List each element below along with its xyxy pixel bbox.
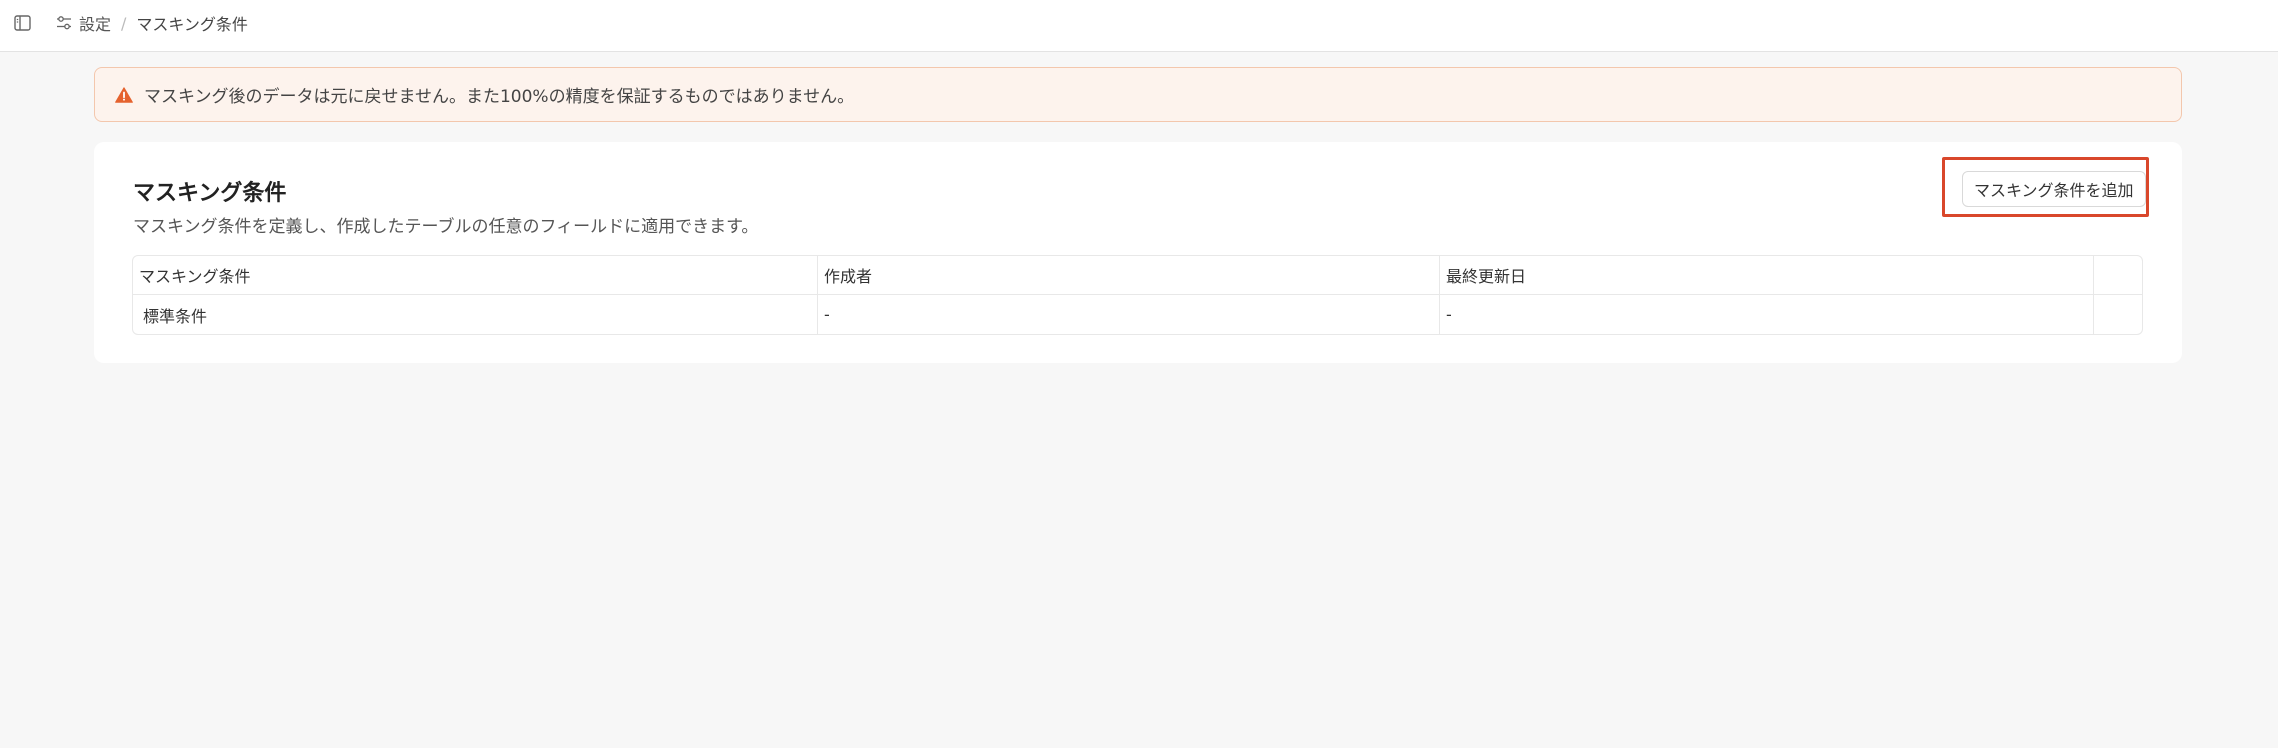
top-bar: 設定 / マスキング条件: [0, 0, 2278, 52]
table-row[interactable]: 標準条件 - -: [133, 295, 2142, 334]
breadcrumb: 設定 / マスキング条件: [56, 0, 248, 46]
column-header-condition[interactable]: マスキング条件: [133, 256, 818, 294]
sliders-icon: [56, 15, 72, 31]
breadcrumb-separator: /: [121, 13, 127, 33]
column-header-actions: [2094, 256, 2142, 294]
cell-condition-name[interactable]: 標準条件: [133, 295, 818, 334]
breadcrumb-current: マスキング条件: [136, 15, 248, 34]
page-title: マスキング条件: [133, 181, 287, 206]
column-header-updated[interactable]: 最終更新日: [1440, 256, 2094, 294]
masking-conditions-card: マスキング条件 マスキング条件を定義し、作成したテーブルの任意のフィールドに適用…: [94, 142, 2182, 363]
sidebar-toggle-button[interactable]: [13, 14, 31, 32]
masking-conditions-table: マスキング条件 作成者 最終更新日 標準条件 - -: [132, 255, 2143, 335]
cell-actions[interactable]: [2094, 295, 2142, 334]
breadcrumb-settings-link[interactable]: 設定: [56, 11, 111, 35]
warning-icon: [115, 86, 133, 103]
column-header-creator[interactable]: 作成者: [818, 256, 1440, 294]
cell-updated: -: [1440, 295, 2094, 334]
warning-alert: マスキング後のデータは元に戻せません。また100%の精度を保証するものではありま…: [94, 67, 2182, 122]
sidebar-toggle-icon: [13, 15, 31, 31]
table-header-row: マスキング条件 作成者 最終更新日: [133, 256, 2142, 295]
breadcrumb-settings-label: 設定: [79, 15, 112, 34]
alert-text: マスキング後のデータは元に戻せません。また100%の精度を保証するものではありま…: [144, 87, 855, 107]
page-description: マスキング条件を定義し、作成したテーブルの任意のフィールドに適用できます。: [133, 217, 759, 237]
cell-creator: -: [818, 295, 1440, 334]
add-masking-condition-button[interactable]: マスキング条件を追加: [1962, 171, 2146, 207]
